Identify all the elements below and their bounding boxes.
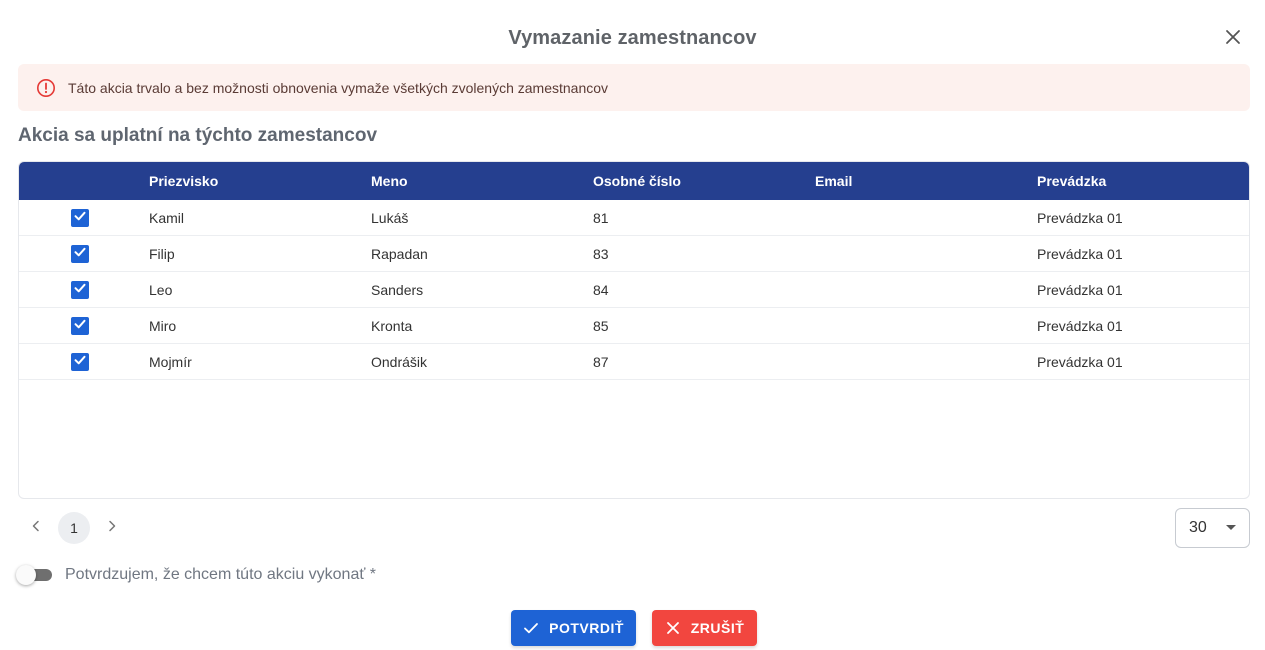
prev-page-button[interactable] [18,512,54,544]
cell-shop: Prevádzka 01 [1037,317,1123,334]
section-title: Akcia sa uplatní na týchto zamestancov [18,125,378,146]
toggle-knob [16,565,36,585]
row-checkbox[interactable] [71,280,89,299]
confirm-button-label: POTVRDIŤ [549,620,624,636]
cell-surname: Kamil [149,209,185,226]
alert-text: Táto akcia trvalo a bez možnosti obnoven… [68,79,609,96]
page-number-button[interactable]: 1 [58,512,90,544]
check-icon [73,209,87,226]
column-header-number[interactable]: Osobné číslo [583,173,805,189]
cell-shop: Prevádzka 01 [1037,281,1123,298]
check-icon [73,317,87,334]
pagination: 1 [18,511,130,545]
page-size-value: 30 [1189,519,1207,536]
dialog-title: Vymazanie zamestnancov [508,27,757,49]
cell-name: Lukáš [371,209,409,226]
table-row: Miro Kronta 85 Prevádzka 01 [19,308,1249,344]
row-checkbox[interactable] [71,208,89,227]
close-icon [1225,29,1241,50]
check-icon [73,353,87,370]
cell-name: Ondrášik [371,353,428,370]
page-size-select[interactable]: 30 [1175,508,1250,548]
table-row: Leo Sanders 84 Prevádzka 01 [19,272,1249,308]
cell-name: Kronta [371,317,413,334]
row-checkbox[interactable] [71,244,89,263]
check-icon [73,281,87,298]
caret-down-icon [1226,525,1236,530]
next-page-button[interactable] [94,512,130,544]
cell-surname: Miro [149,317,177,334]
cell-surname: Filip [149,245,175,262]
table-row: Mojmír Ondrášik 87 Prevádzka 01 [19,344,1249,380]
chevron-left-icon [31,519,41,537]
cell-number: 85 [593,317,609,334]
alert-circle-icon [36,78,56,98]
cell-shop: Prevádzka 01 [1037,209,1123,226]
cell-shop: Prevádzka 01 [1037,245,1123,262]
cancel-button-label: ZRUŠIŤ [690,620,745,636]
close-icon [665,620,681,636]
employees-table: Priezvisko Meno Osobné číslo Email Prevá… [18,161,1250,499]
row-checkbox[interactable] [71,352,89,371]
cell-number: 87 [593,353,609,370]
confirm-toggle[interactable] [16,565,52,585]
column-header-name[interactable]: Meno [361,173,583,189]
cell-shop: Prevádzka 01 [1037,353,1123,370]
confirm-toggle-row: Potvrdzujem, že chcem túto akciu vykonať… [16,564,377,586]
confirm-label: Potvrdzujem, že chcem túto akciu vykonať… [65,566,377,583]
cell-surname: Leo [149,281,173,298]
cell-number: 84 [593,281,609,298]
warning-alert: Táto akcia trvalo a bez možnosti obnoven… [18,64,1250,111]
cell-surname: Mojmír [149,353,192,370]
cell-name: Rapadan [371,245,428,262]
cell-number: 81 [593,209,609,226]
column-header-surname[interactable]: Priezvisko [139,173,361,189]
table-header: Priezvisko Meno Osobné číslo Email Prevá… [19,162,1249,200]
close-button[interactable] [1221,27,1245,51]
check-icon [523,620,539,636]
confirm-button[interactable]: POTVRDIŤ [511,610,636,646]
check-icon [73,245,87,262]
column-header-email[interactable]: Email [805,173,1027,189]
row-checkbox[interactable] [71,316,89,335]
chevron-right-icon [107,519,117,537]
cell-number: 83 [593,245,609,262]
table-row: Filip Rapadan 83 Prevádzka 01 [19,236,1249,272]
cancel-button[interactable]: ZRUŠIŤ [652,610,757,646]
cell-name: Sanders [371,281,424,298]
table-row: Kamil Lukáš 81 Prevádzka 01 [19,200,1249,236]
column-header-shop[interactable]: Prevádzka [1027,173,1249,189]
